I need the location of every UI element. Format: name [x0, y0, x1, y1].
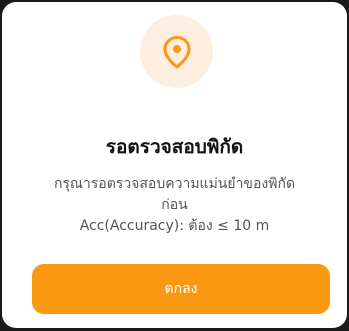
dialog-title: รอตรวจสอบพิกัด: [105, 136, 244, 158]
location-icon-badge: [140, 15, 213, 88]
message-line: กรุณารอตรวจสอบความแม่นยำของพิกัด: [53, 176, 296, 192]
ok-button[interactable]: ตกลง: [32, 264, 330, 314]
accuracy-check-dialog: รอตรวจสอบพิกัด กรุณารอตรวจสอบความแม่นยำข…: [2, 2, 347, 328]
map-pin-icon: [163, 35, 190, 68]
accuracy-requirement: Acc(Accuracy): ต้อง ≤ 10 m: [79, 218, 270, 234]
message-line: ก่อน: [161, 197, 188, 213]
dialog-message: กรุณารอตรวจสอบความแม่นยำของพิกัด ก่อน Ac…: [22, 174, 327, 237]
